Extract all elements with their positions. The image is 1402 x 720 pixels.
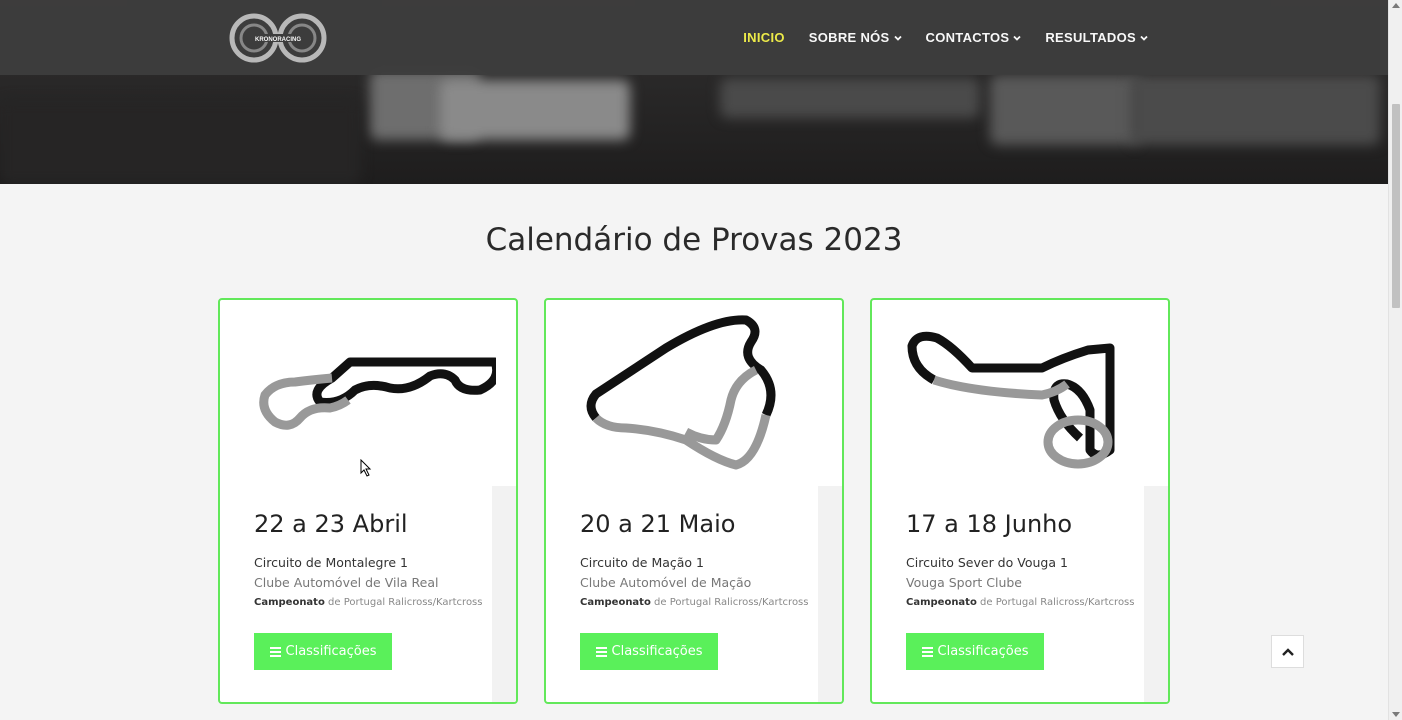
list-icon — [595, 646, 607, 657]
classificacoes-button[interactable]: Classificações — [580, 633, 718, 670]
championship-name: de Portugal Ralicross/Kartcross — [976, 597, 1135, 608]
list-icon — [921, 646, 933, 657]
championship-label: Campeonato — [580, 597, 651, 608]
track-map-image — [259, 357, 496, 430]
track-map-image — [907, 331, 1115, 469]
nav-contactos-label: CONTACTOS — [925, 30, 1010, 45]
classificacoes-button[interactable]: Classificações — [906, 633, 1044, 670]
event-club: Clube Automóvel de Vila Real — [254, 575, 439, 590]
event-championship: Campeonato de Portugal Ralicross/Kartcro… — [906, 597, 1134, 608]
chevron-down-icon — [1140, 35, 1148, 41]
event-card: 17 a 18 Junho Circuito Sever do Vouga 1 … — [870, 298, 1170, 704]
event-championship: Campeonato de Portugal Ralicross/Kartcro… — [254, 597, 482, 608]
main-nav: INICIO SOBRE NÓS CONTACTOS RESULTADOS — [743, 0, 1148, 75]
event-card: 22 a 23 Abril Circuito de Montalegre 1 C… — [218, 298, 518, 704]
event-card: 20 a 21 Maio Circuito de Mação 1 Clube A… — [544, 298, 844, 704]
championship-name: de Portugal Ralicross/Kartcross — [650, 597, 809, 608]
nav-resultados[interactable]: RESULTADOS — [1045, 30, 1148, 45]
classificacoes-label: Classificações — [937, 644, 1029, 659]
chevron-down-icon — [1013, 35, 1021, 41]
event-club: Clube Automóvel de Mação — [580, 575, 752, 590]
section-title: Calendário de Provas 2023 — [485, 222, 903, 258]
event-circuit: Circuito de Mação 1 — [580, 555, 705, 570]
card-strip — [818, 486, 842, 702]
nav-inicio-label: INICIO — [743, 30, 785, 45]
track-map-image — [586, 315, 776, 470]
scrollbar-thumb[interactable] — [1392, 104, 1400, 308]
back-to-top-button[interactable] — [1271, 635, 1304, 668]
classificacoes-label: Classificações — [285, 644, 377, 659]
event-date: 20 a 21 Maio — [580, 510, 736, 538]
nav-sobre-nos[interactable]: SOBRE NÓS — [809, 30, 902, 45]
championship-name: de Portugal Ralicross/Kartcross — [324, 597, 483, 608]
logo-text: KRONORACING — [255, 37, 301, 43]
championship-label: Campeonato — [254, 597, 325, 608]
chevron-down-icon — [893, 35, 902, 41]
scroll-up-arrow-icon[interactable] — [1392, 3, 1400, 8]
nav-inicio[interactable]: INICIO — [743, 30, 785, 45]
nav-sobre-nos-label: SOBRE NÓS — [808, 30, 890, 45]
nav-contactos[interactable]: CONTACTOS — [926, 30, 1022, 45]
page: KRONORACING INICIO SOBRE NÓS CONTACTOS R… — [0, 0, 1402, 720]
mouse-cursor-icon — [360, 459, 372, 477]
vertical-scrollbar[interactable] — [1388, 0, 1402, 720]
scroll-down-arrow-icon[interactable] — [1392, 712, 1400, 717]
nav-resultados-label: RESULTADOS — [1045, 30, 1136, 45]
navbar: KRONORACING INICIO SOBRE NÓS CONTACTOS R… — [0, 0, 1388, 75]
classificacoes-label: Classificações — [611, 644, 703, 659]
event-club: Vouga Sport Clube — [906, 575, 1022, 590]
classificacoes-button[interactable]: Classificações — [254, 633, 392, 670]
event-date: 22 a 23 Abril — [254, 510, 408, 538]
event-circuit: Circuito de Montalegre 1 — [254, 555, 408, 570]
event-circuit: Circuito Sever do Vouga 1 — [906, 555, 1068, 570]
card-strip — [1144, 486, 1168, 702]
event-championship: Campeonato de Portugal Ralicross/Kartcro… — [580, 597, 808, 608]
event-date: 17 a 18 Junho — [906, 510, 1073, 538]
card-strip — [492, 486, 516, 702]
championship-label: Campeonato — [906, 597, 977, 608]
list-icon — [269, 646, 281, 657]
chevron-up-icon — [1281, 647, 1294, 656]
site-logo[interactable]: KRONORACING — [228, 12, 328, 64]
